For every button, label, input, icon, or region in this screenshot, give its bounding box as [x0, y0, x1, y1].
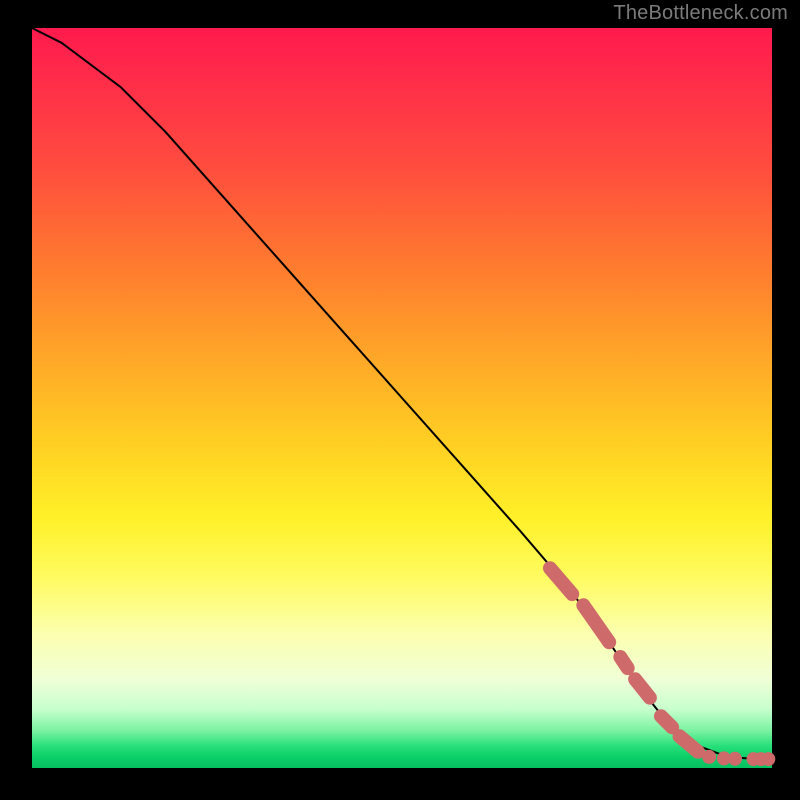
- chart-overlay: [32, 28, 772, 768]
- bottleneck-curve: [32, 28, 772, 759]
- highlight-segment: [635, 679, 650, 698]
- highlight-segment: [680, 736, 699, 752]
- highlight-segment: [550, 568, 572, 594]
- highlight-segment: [620, 657, 627, 668]
- attribution-label: TheBottleneck.com: [613, 2, 788, 25]
- highlight-dots: [702, 750, 775, 766]
- plot-area: [32, 28, 772, 768]
- highlight-dot: [702, 750, 716, 764]
- highlight-dot: [761, 752, 775, 766]
- highlight-segments: [550, 568, 698, 752]
- highlight-dot: [728, 752, 742, 766]
- chart-stage: TheBottleneck.com: [0, 0, 800, 800]
- highlight-segment: [661, 716, 672, 727]
- highlight-segment: [583, 605, 609, 642]
